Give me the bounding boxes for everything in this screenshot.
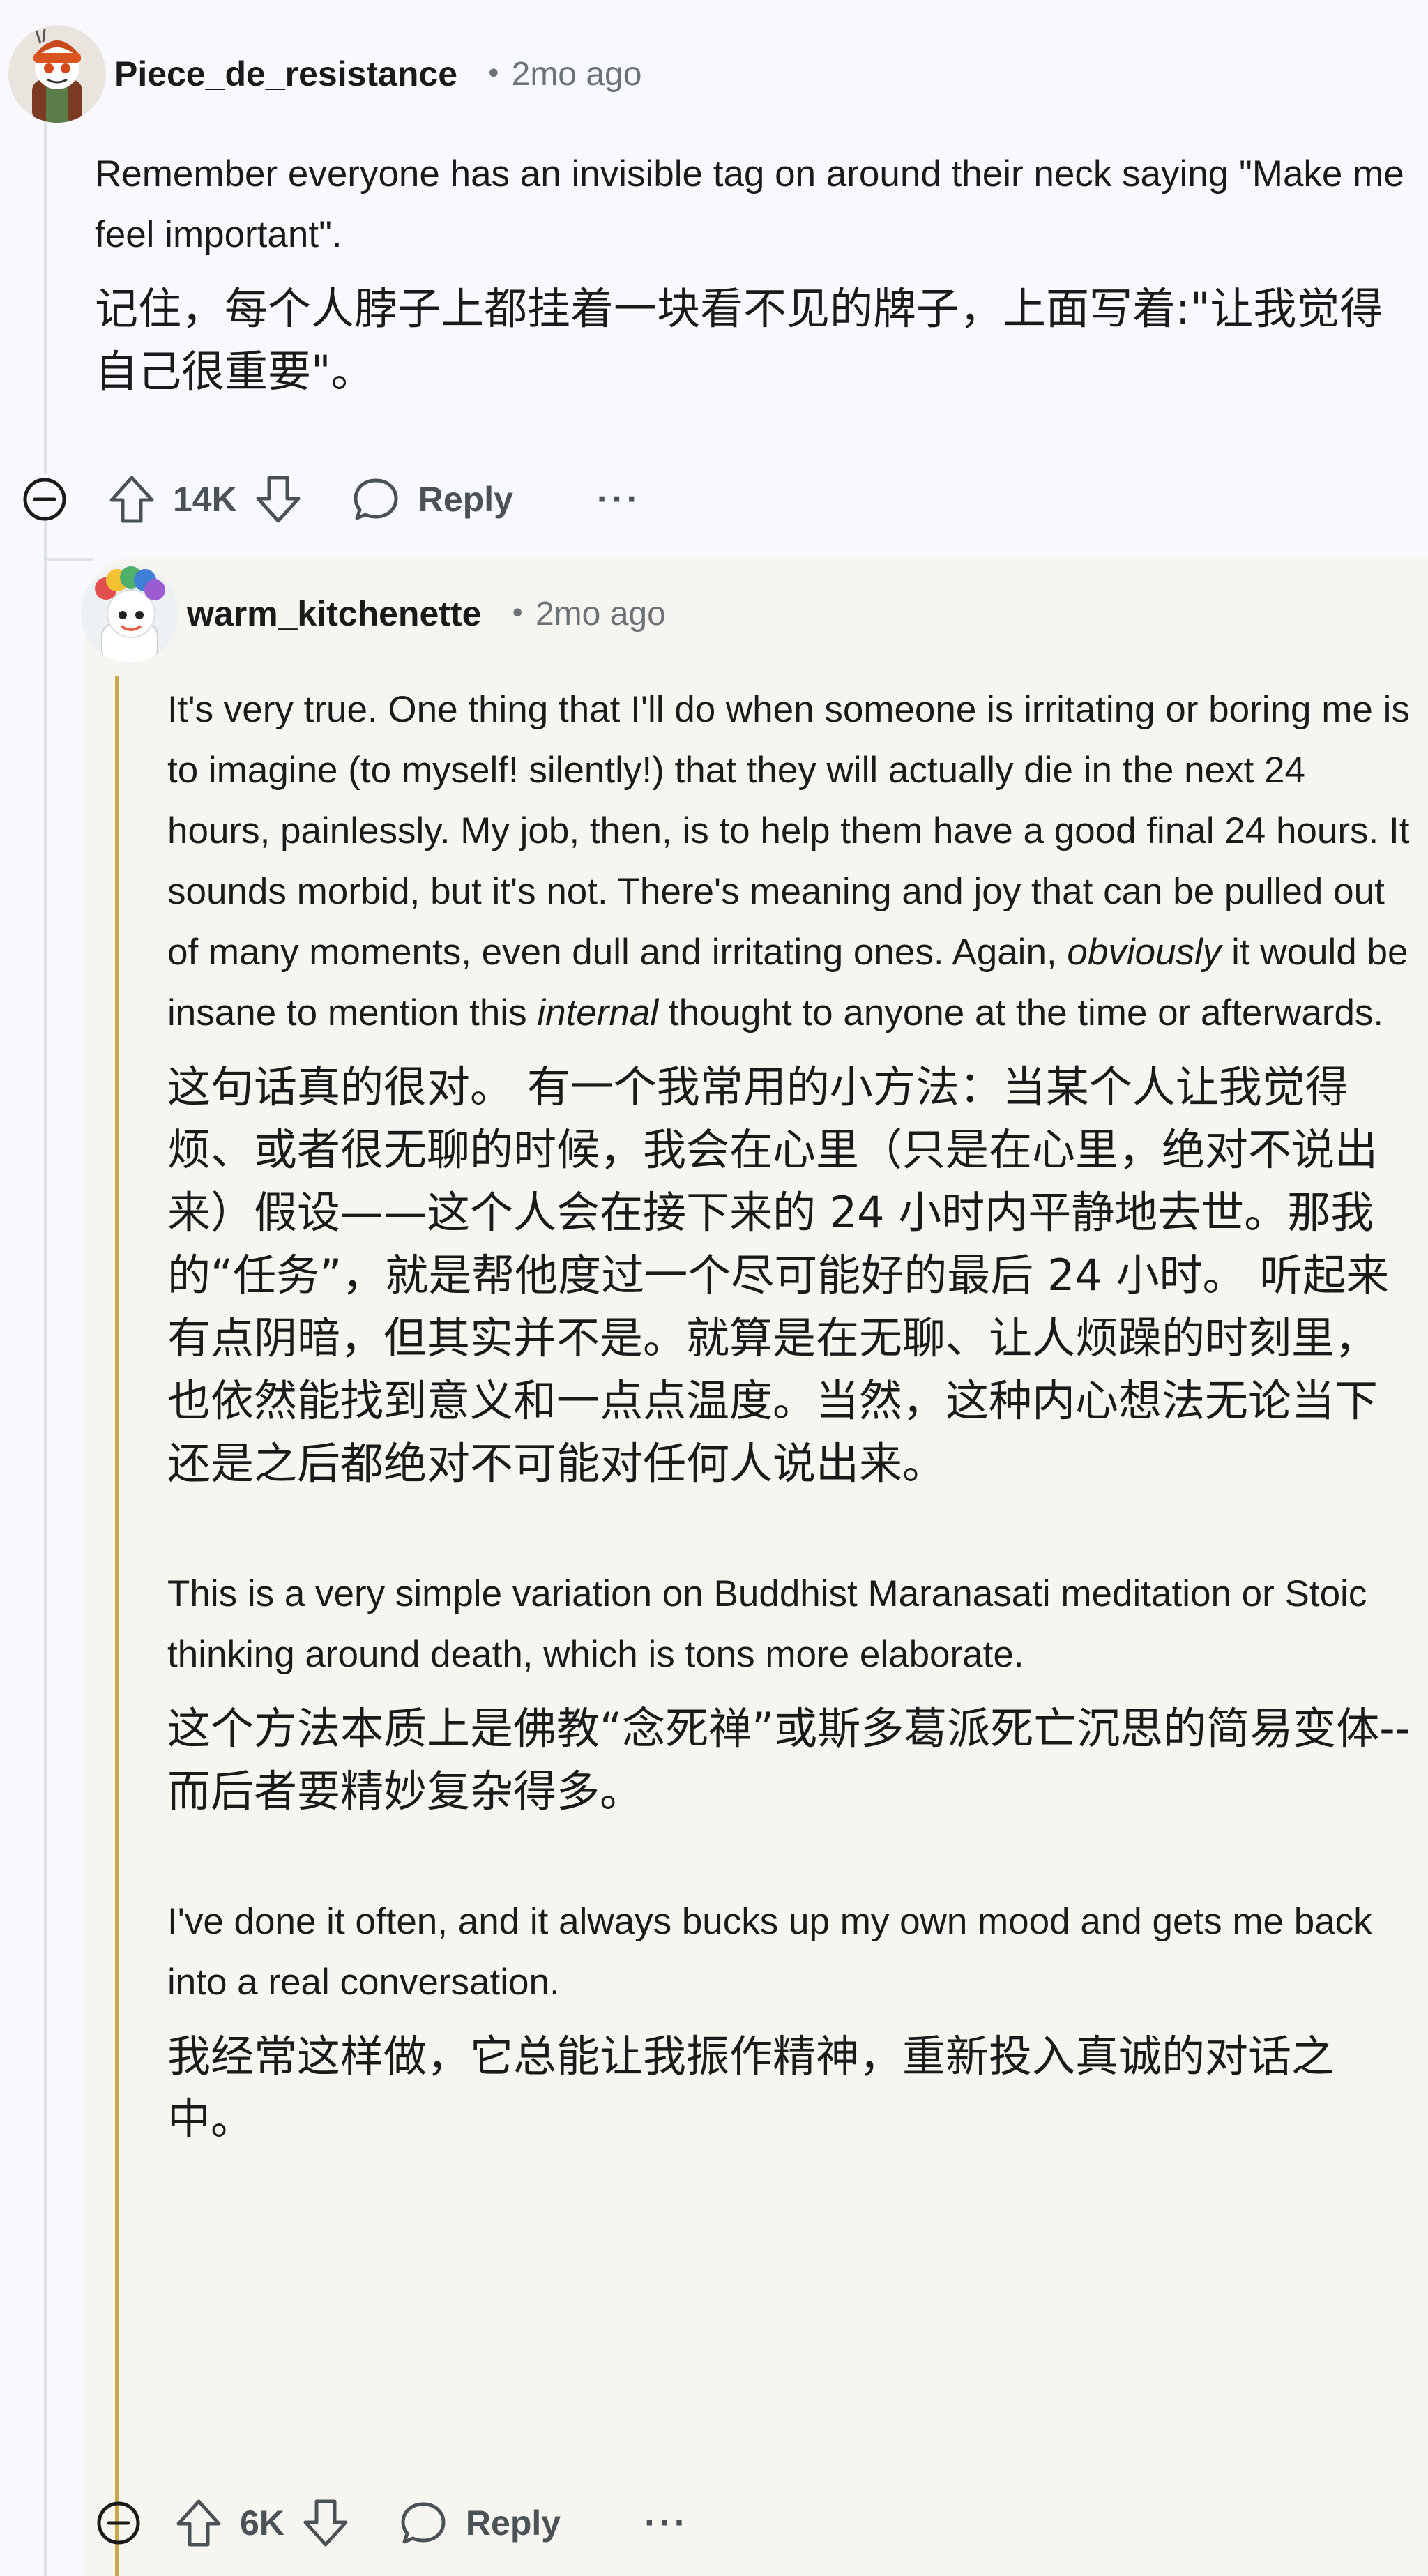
reply-paragraph-1-zh: 这句话真的很对。 有一个我常用的小方法：当某个人让我觉得烦、或者很无聊的时候，我… <box>167 1061 1390 1489</box>
avatar[interactable] <box>81 565 178 662</box>
downvote-button[interactable] <box>254 473 303 525</box>
thread-line[interactable] <box>44 516 47 2576</box>
more-options-button[interactable]: ··· <box>597 481 641 517</box>
vote-count: 6K <box>240 2503 284 2543</box>
comment-body: Remember everyone has an invisible tag o… <box>95 144 1406 403</box>
more-options-button[interactable]: ··· <box>644 2505 689 2541</box>
collapse-icon <box>97 2501 140 2545</box>
comment-text-en: Remember everyone has an invisible tag o… <box>95 153 1404 255</box>
comment-text-zh: 记住，每个人脖子上都挂着一块看不见的牌子，上面写着:"让我觉得自己很重要"。 <box>95 283 1383 397</box>
avatar[interactable] <box>8 25 106 123</box>
collapse-icon <box>23 478 66 521</box>
upvote-button[interactable] <box>174 2497 223 2549</box>
reply-label: Reply <box>418 480 513 519</box>
reply-icon <box>354 478 398 520</box>
reply-paragraph-1-en: It's very true. One thing that I'll do w… <box>167 679 1415 1043</box>
reply-thread-line[interactable] <box>115 676 119 2576</box>
reply-header: warm_kitchenette • 2mo ago <box>81 565 666 662</box>
reply-text-part: It's very true. One thing that I'll do w… <box>167 689 1410 973</box>
downvote-icon <box>256 476 301 523</box>
reply-paragraph-3-en: I've done it often, and it always bucks … <box>167 1901 1372 2003</box>
vote-count: 14K <box>173 480 237 519</box>
reply-paragraph-2-en: This is a very simple variation on Buddh… <box>167 1573 1367 1675</box>
timestamp[interactable]: 2mo ago <box>512 55 642 93</box>
reply-icon <box>401 2502 446 2544</box>
comment-header: Piece_de_resistance • 2mo ago <box>8 25 641 123</box>
username[interactable]: Piece_de_resistance <box>114 54 457 94</box>
downvote-button[interactable] <box>301 2497 350 2549</box>
separator-dot: • <box>485 58 502 90</box>
reply-label: Reply <box>465 2503 561 2543</box>
reply-action-bar: 6K Reply ··· <box>96 2495 689 2551</box>
username[interactable]: warm_kitchenette <box>187 593 481 634</box>
emphasis-text: internal <box>537 992 659 1033</box>
separator-dot: • <box>509 598 526 630</box>
reply-button[interactable]: Reply <box>351 475 513 524</box>
reply-text-part: thought to anyone at the time or afterwa… <box>658 992 1384 1033</box>
collapse-button[interactable] <box>96 2501 141 2545</box>
emphasis-text: obviously <box>1067 932 1222 973</box>
reply-paragraph-2-zh: 这个方法本质上是佛教“念死禅”或斯多葛派死亡沉思的简易变体--而后者要精妙复杂得… <box>167 1703 1411 1817</box>
upvote-icon <box>109 476 154 523</box>
upvote-icon <box>176 2499 221 2547</box>
downvote-icon <box>303 2499 348 2547</box>
upvote-button[interactable] <box>107 473 156 525</box>
thread-line[interactable] <box>44 112 47 474</box>
reply-paragraph-3-zh: 我经常这样做，它总能让我振作精神，重新投入真诚的对话之中。 <box>167 2031 1335 2144</box>
timestamp[interactable]: 2mo ago <box>536 595 666 633</box>
reply-button[interactable]: Reply <box>399 2499 561 2547</box>
comment-action-bar: 14K Reply ··· <box>22 471 641 527</box>
collapse-button[interactable] <box>22 477 67 522</box>
thread-connector <box>44 558 93 561</box>
reply-body: It's very true. One thing that I'll do w… <box>167 679 1415 2151</box>
comment-thread: Piece_de_resistance • 2mo ago Remember e… <box>0 0 1428 2576</box>
